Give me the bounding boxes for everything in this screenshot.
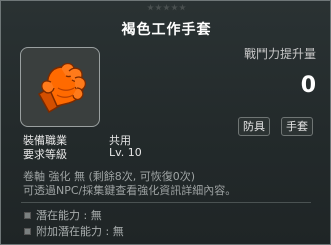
item-tooltip: 褐色工作手套 戰鬥力提升量 0 防具 手套 裝備職業 共用 要求等級 Lv. 1… — [0, 0, 331, 245]
potential-bullet-icon — [24, 211, 31, 219]
category-tag-gloves: 手套 — [281, 117, 313, 136]
star-icon — [155, 4, 162, 11]
additional-potential-row: 附加潛在能力 : 無 — [24, 223, 124, 239]
potential-bullet-icon — [24, 227, 31, 235]
item-name: 褐色工作手套 — [121, 22, 212, 38]
divider — [21, 202, 311, 203]
category-tag-armor: 防具 — [238, 117, 270, 136]
attack-increase-label: 戰鬥力提升量 — [244, 47, 317, 61]
star-icon — [147, 4, 154, 11]
additional-potential-text: 附加潛在能力 : 無 — [36, 225, 124, 238]
attack-increase-value: 0 — [300, 73, 316, 98]
level-value: Lv. 10 — [109, 146, 142, 159]
item-icon-frame — [20, 47, 100, 127]
potential-text: 潛在能力 : 無 — [36, 209, 102, 222]
star-icon — [163, 4, 170, 11]
star-rating — [147, 4, 187, 14]
orange-glove-icon — [37, 62, 87, 114]
star-icon — [171, 4, 178, 11]
star-icon — [179, 4, 186, 11]
npc-hint: 可透過NPC/採集鍵查看強化資訊詳細內容。 — [23, 184, 237, 197]
potential-row: 潛在能力 : 無 — [24, 207, 102, 223]
level-label: 要求等級 — [23, 148, 67, 161]
